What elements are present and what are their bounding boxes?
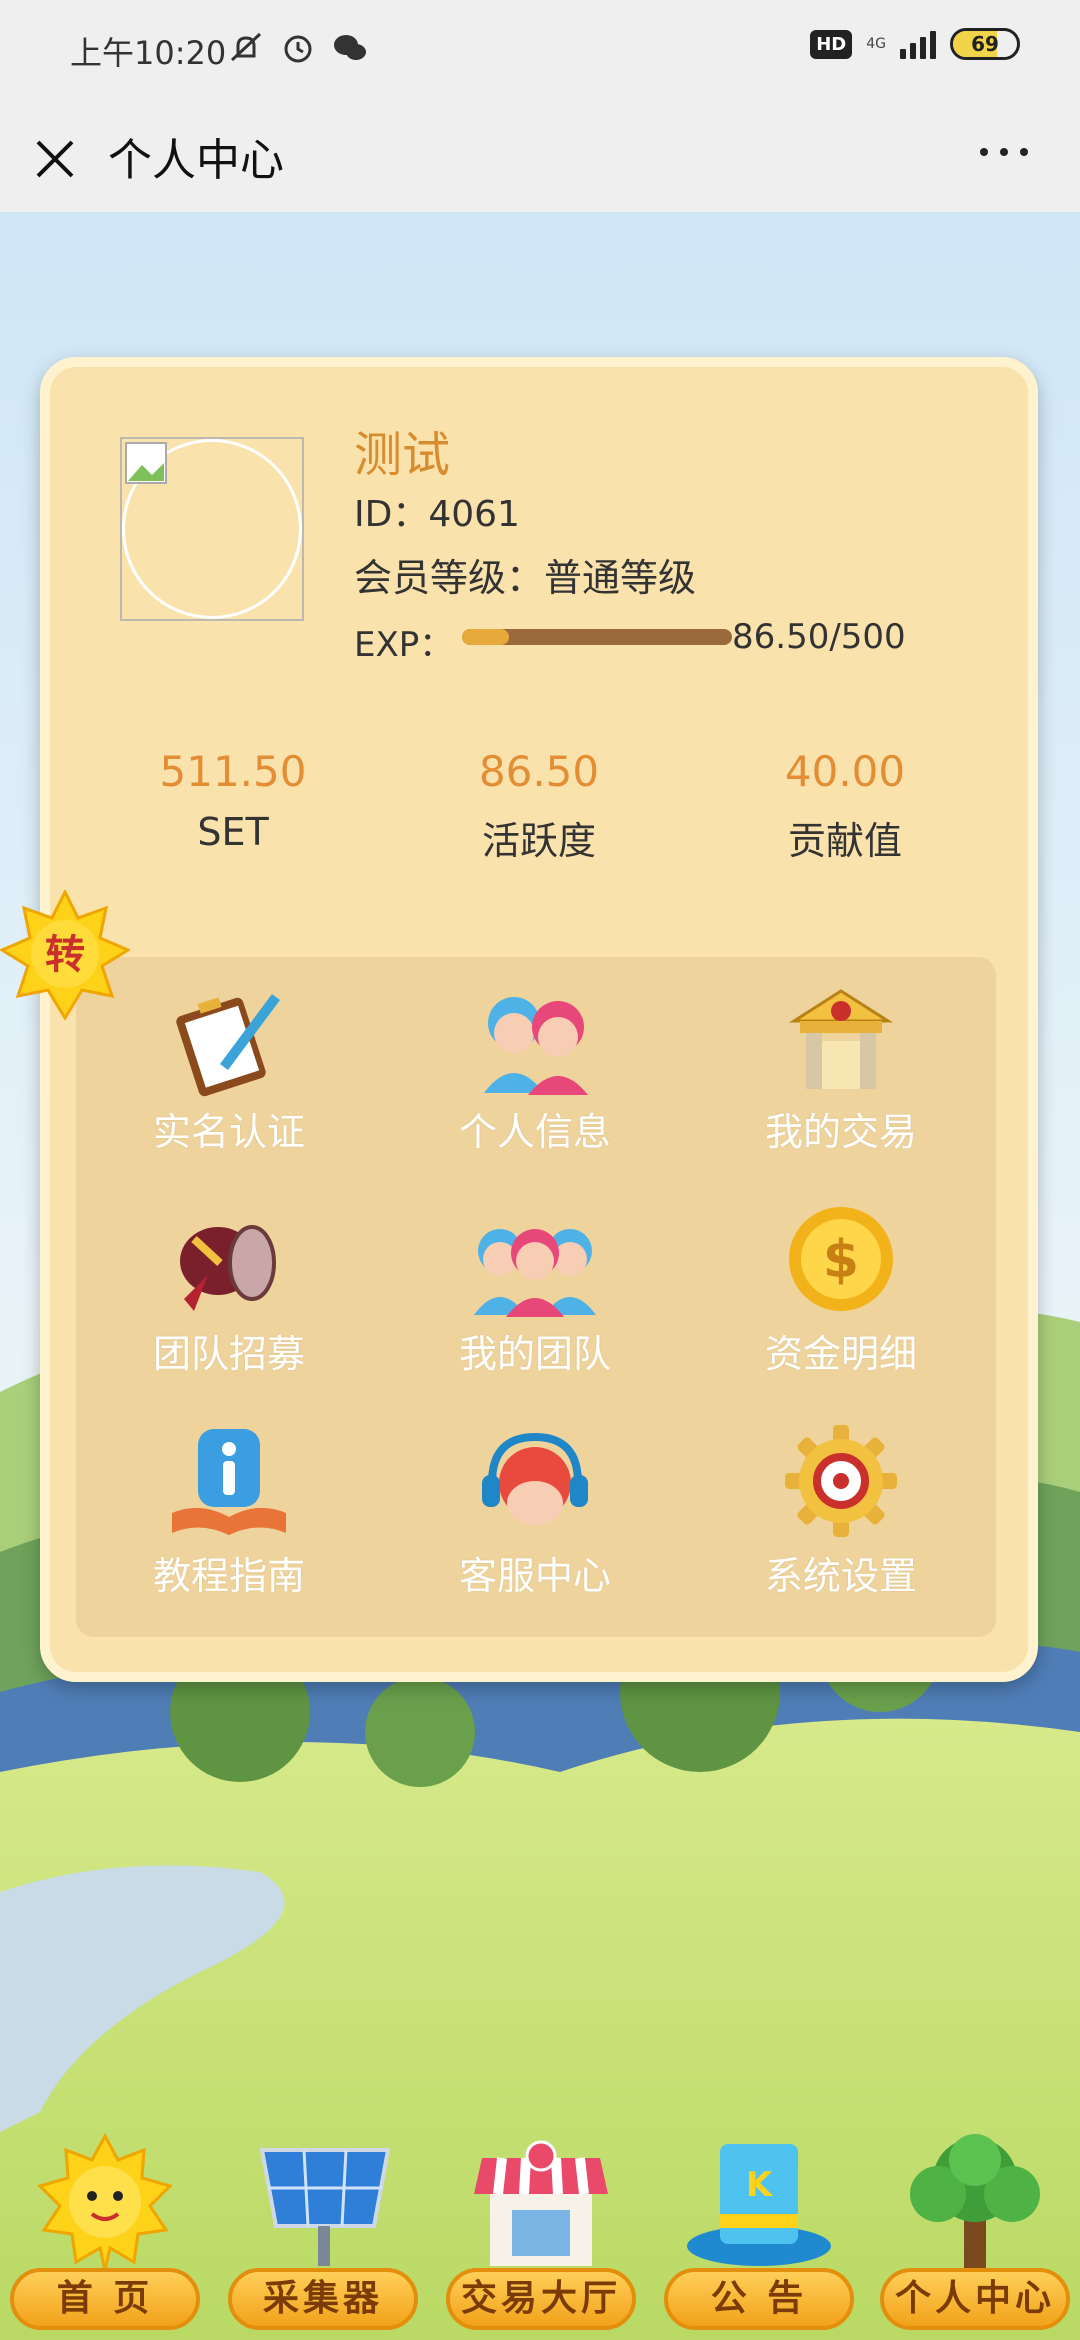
user-id: ID：4061 <box>354 494 520 535</box>
tab-label: 公 告 <box>664 2268 854 2330</box>
tree-icon <box>910 2134 1040 2268</box>
stat-label: 活跃度 <box>481 819 596 863</box>
stat-value: 40.00 <box>784 747 906 796</box>
spin-badge[interactable]: 转 <box>0 890 130 1020</box>
tab-profile[interactable]: 个人中心 <box>880 2130 1070 2330</box>
menu-item-customer-service[interactable]: 客服中心 <box>382 1421 688 1643</box>
network-type: 4G <box>866 36 886 52</box>
stat-label: 贡献值 <box>787 819 902 863</box>
wechat-icon <box>334 35 366 60</box>
more-icon[interactable] <box>976 142 1032 162</box>
signal-icon <box>900 29 936 59</box>
tab-label: 首 页 <box>10 2268 200 2330</box>
tab-trading-hall[interactable]: 交易大厅 <box>446 2130 636 2330</box>
hd-badge: HD <box>810 29 853 59</box>
horn-scroll-icon <box>180 1225 276 1311</box>
headset-agent-icon <box>482 1432 588 1525</box>
broken-image-icon <box>125 442 167 484</box>
menu-item-label: 客服中心 <box>458 1554 611 1598</box>
avatar[interactable] <box>120 437 304 621</box>
status-time: 上午10:20 <box>70 34 227 72</box>
sun-icon <box>37 2132 173 2270</box>
tab-collector[interactable]: 采集器 <box>228 2130 418 2330</box>
stat-activity[interactable]: 86.50 活跃度 <box>386 747 692 865</box>
info-book-icon <box>172 1429 286 1535</box>
shop-icon <box>474 2140 608 2266</box>
battery-icon: 69 <box>950 28 1020 60</box>
exp-progress-bar <box>462 629 732 645</box>
menu-item-label: 系统设置 <box>764 1554 917 1598</box>
menu-item-label: 团队招募 <box>152 1332 305 1376</box>
menu-item-label: 个人信息 <box>458 1110 611 1154</box>
alarm-icon <box>284 35 312 63</box>
tab-label: 采集器 <box>228 2268 418 2330</box>
menu-item-label: 资金明细 <box>764 1332 917 1376</box>
page-title: 个人中心 <box>108 135 284 186</box>
stats-row: 511.50 SET 86.50 活跃度 40.00 贡献值 <box>80 747 1000 865</box>
menu-item-team-recruit[interactable]: 团队招募 <box>76 1199 382 1421</box>
stat-set[interactable]: 511.50 SET <box>80 747 386 865</box>
svg-text:K: K <box>746 2165 774 2205</box>
bottom-tab-bar: 首 页 采集器 交易大厅 K 公 告 个人中心 <box>0 2132 1080 2340</box>
menu-item-settings[interactable]: 系统设置 <box>688 1421 994 1643</box>
stat-value: 86.50 <box>478 747 600 796</box>
menu-item-label: 我的交易 <box>764 1110 917 1154</box>
profile-card: 测试 ID：4061 会员等级：普通等级 EXP： 86.50/500 511.… <box>40 357 1038 1682</box>
stat-label: SET <box>197 810 269 854</box>
menu-item-fund-details[interactable]: $ 资金明细 <box>688 1199 994 1421</box>
menu-item-my-trades[interactable]: 我的交易 <box>688 977 994 1199</box>
mute-icon <box>230 32 262 62</box>
gold-coin-icon: $ <box>789 1207 893 1311</box>
exp-progress-fill <box>462 629 509 645</box>
battery-level: 69 <box>971 32 999 56</box>
tab-announcement[interactable]: K 公 告 <box>664 2130 854 2330</box>
status-bar: 上午10:20 HD 4G 69 <box>0 0 1080 100</box>
menu-item-label: 教程指南 <box>152 1554 305 1598</box>
nav-bar: 个人中心 <box>0 100 1080 212</box>
gear-icon <box>785 1425 897 1537</box>
team-avatars-icon <box>474 1229 596 1317</box>
menu-item-label: 实名认证 <box>152 1110 305 1154</box>
tab-label: 个人中心 <box>880 2268 1070 2330</box>
tab-home[interactable]: 首 页 <box>10 2130 200 2330</box>
gold-gate-icon <box>788 989 894 1089</box>
couple-avatar-icon <box>484 997 588 1095</box>
exp-value: 86.50/500 <box>732 617 906 657</box>
username: 测试 <box>354 427 451 483</box>
menu-item-tutorial[interactable]: 教程指南 <box>76 1421 382 1643</box>
status-right: HD 4G 69 <box>810 28 1020 60</box>
stat-value: 511.50 <box>159 747 307 796</box>
menu-grid: 实名认证 个人信息 我的交易 团队招募 我的团队 $ 资金明细 教程指南 客服中… <box>76 957 996 1643</box>
magic-hat-icon: K <box>687 2144 831 2266</box>
svg-text:$: $ <box>823 1230 859 1290</box>
exp-label: EXP： <box>354 625 454 665</box>
badge-text: 转 <box>45 932 85 978</box>
menu-panel: 实名认证 个人信息 我的交易 团队招募 我的团队 $ 资金明细 教程指南 客服中… <box>76 957 996 1637</box>
menu-item-label: 我的团队 <box>458 1332 611 1376</box>
menu-item-my-team[interactable]: 我的团队 <box>382 1199 688 1421</box>
clipboard-pen-icon <box>176 994 281 1097</box>
solar-panel-icon <box>259 2148 391 2266</box>
member-level: 会员等级：普通等级 <box>354 556 697 600</box>
tab-label: 交易大厅 <box>446 2268 636 2330</box>
status-icons <box>228 30 368 66</box>
close-icon[interactable] <box>32 128 78 184</box>
stat-contribution[interactable]: 40.00 贡献值 <box>692 747 998 865</box>
menu-item-personal-info[interactable]: 个人信息 <box>382 977 688 1199</box>
